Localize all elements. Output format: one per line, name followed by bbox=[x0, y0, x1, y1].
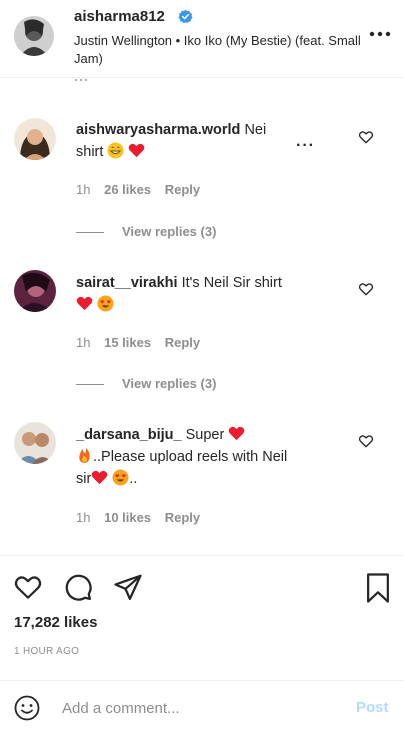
more-options-icon[interactable] bbox=[368, 26, 392, 42]
comment-likes[interactable]: 15 likes bbox=[104, 335, 151, 350]
scroll-hint bbox=[74, 78, 88, 82]
heart-eyes-face-emoji-icon bbox=[112, 469, 129, 486]
comment-like-heart-icon[interactable] bbox=[358, 281, 374, 297]
commenter-avatar[interactable] bbox=[14, 118, 56, 160]
comment-body: sairat__virakhi It's Neil Sir shirt bbox=[76, 272, 316, 316]
post-timestamp[interactable]: 1 HOUR AGO bbox=[14, 646, 79, 657]
bookmark-icon[interactable] bbox=[364, 572, 392, 604]
replies-divider-line bbox=[76, 384, 104, 386]
verified-icon bbox=[178, 9, 193, 24]
post-comment-button[interactable]: Post bbox=[356, 699, 389, 716]
post-likes-count[interactable]: 17,282 likes bbox=[14, 614, 97, 631]
comment-username[interactable]: sairat__virakhi bbox=[76, 275, 178, 291]
view-replies-button[interactable]: View replies (3) bbox=[76, 224, 216, 239]
comment-text-cont: shirt bbox=[76, 144, 104, 160]
comment-body: _darsana_biju_ Super ..Please upload ree… bbox=[76, 424, 346, 490]
heart-eyes-face-emoji-icon bbox=[97, 295, 114, 312]
red-heart-emoji-icon bbox=[76, 296, 93, 311]
view-replies-button[interactable]: View replies (3) bbox=[76, 376, 216, 391]
comment-input[interactable] bbox=[62, 695, 342, 721]
comment-time[interactable]: 1h bbox=[76, 510, 90, 525]
comment-likes[interactable]: 26 likes bbox=[104, 182, 151, 197]
grinning-face-emoji-icon bbox=[107, 142, 124, 159]
comment-username[interactable]: aishwaryasharma.world bbox=[76, 122, 240, 138]
fire-emoji-icon bbox=[79, 447, 90, 464]
red-heart-emoji-icon bbox=[229, 426, 245, 441]
commenter-avatar[interactable] bbox=[14, 422, 56, 464]
post-header: aisharma812 Justin Wellington • Iko Iko … bbox=[0, 0, 404, 78]
comment-icon[interactable] bbox=[62, 572, 94, 602]
add-comment-bar: Post bbox=[0, 680, 404, 733]
comment-meta: 1h 26 likes Reply bbox=[76, 182, 210, 197]
comment-text: Super bbox=[185, 427, 225, 443]
smiley-icon[interactable] bbox=[14, 695, 40, 721]
view-replies-label: View replies (3) bbox=[122, 224, 217, 239]
comment-time[interactable]: 1h bbox=[76, 182, 90, 197]
red-heart-emoji-icon bbox=[91, 470, 108, 485]
commenter-avatar[interactable] bbox=[14, 270, 56, 312]
comment-like-heart-icon[interactable] bbox=[358, 129, 374, 145]
comment-text-tail: .. bbox=[129, 471, 138, 487]
share-icon[interactable] bbox=[112, 572, 144, 602]
reply-button[interactable]: Reply bbox=[165, 335, 200, 350]
replies-divider-line bbox=[76, 232, 104, 234]
audio-track-label[interactable]: Justin Wellington • Iko Iko (My Bestie) … bbox=[74, 32, 364, 68]
comment-likes[interactable]: 10 likes bbox=[104, 510, 151, 525]
reply-button[interactable]: Reply bbox=[165, 182, 200, 197]
heart-icon[interactable] bbox=[12, 572, 44, 602]
author-avatar[interactable] bbox=[14, 16, 54, 56]
red-heart-emoji-icon bbox=[129, 143, 145, 158]
comment-time[interactable]: 1h bbox=[76, 335, 90, 350]
comment-text-cont: ..Please upload reels with Neil bbox=[93, 449, 288, 465]
comment-text: Nei bbox=[244, 122, 267, 138]
comment-text: It's Neil Sir shirt bbox=[181, 275, 282, 291]
comment-meta: 1h 15 likes Reply bbox=[76, 335, 210, 350]
comment-more-icon[interactable]: ··· bbox=[296, 137, 315, 155]
comment-text-cont: sir bbox=[76, 471, 92, 487]
comment-meta: 1h 10 likes Reply bbox=[76, 510, 210, 525]
author-username[interactable]: aisharma812 bbox=[74, 8, 165, 25]
view-replies-label: View replies (3) bbox=[122, 376, 217, 391]
comment-username[interactable]: _darsana_biju_ bbox=[76, 427, 182, 443]
reply-button[interactable]: Reply bbox=[165, 510, 200, 525]
comment-body: aishwaryasharma.world Nei shirt bbox=[76, 119, 296, 163]
comment-like-heart-icon[interactable] bbox=[358, 433, 374, 449]
